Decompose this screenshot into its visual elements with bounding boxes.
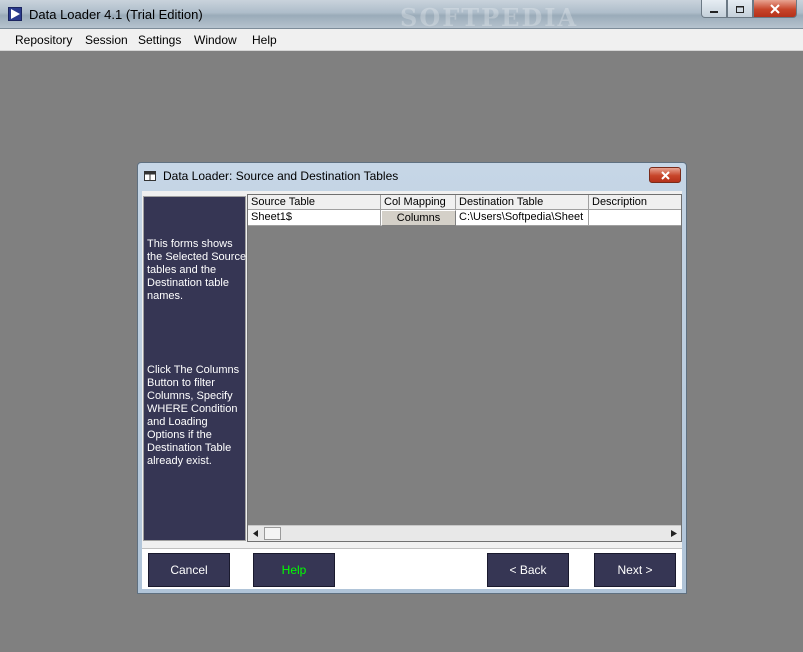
app-icon[interactable] — [8, 7, 22, 21]
button-bar: Cancel Help < Back Next > — [142, 548, 682, 589]
cell-description[interactable] — [589, 210, 681, 226]
dialog-close-button[interactable] — [649, 167, 681, 183]
info-panel: This forms shows the Selected Source tab… — [143, 196, 246, 541]
window-title: Data Loader 4.1 (Trial Edition) — [29, 7, 203, 22]
menu-session[interactable]: Session — [85, 33, 128, 47]
columns-button[interactable]: Columns — [381, 210, 456, 226]
arrow-left-icon — [252, 530, 258, 537]
header-destination-table[interactable]: Destination Table — [456, 195, 589, 210]
menu-window[interactable]: Window — [194, 33, 237, 47]
scroll-left-button[interactable] — [248, 526, 263, 541]
close-button[interactable] — [753, 0, 797, 18]
minimize-icon — [710, 10, 718, 13]
cell-source-table[interactable]: Sheet1$ — [248, 210, 381, 226]
source-destination-dialog: Data Loader: Source and Destination Tabl… — [137, 162, 687, 594]
dialog-client-area: This forms shows the Selected Source tab… — [142, 191, 682, 589]
info-text-selected-tables: This forms shows the Selected Source tab… — [147, 238, 247, 302]
back-button[interactable]: < Back — [487, 553, 569, 587]
caption-buttons — [701, 0, 797, 19]
header-source-table[interactable]: Source Table — [248, 195, 381, 210]
minimize-button[interactable] — [701, 0, 727, 18]
menu-settings[interactable]: Settings — [138, 33, 181, 47]
tables-grid[interactable]: Source Table Col Mapping Destination Tab… — [247, 194, 682, 542]
scroll-right-button[interactable] — [666, 526, 681, 541]
title-bar[interactable]: Data Loader 4.1 (Trial Edition) SOFTPEDI… — [0, 0, 803, 32]
menu-repository[interactable]: Repository — [15, 33, 72, 47]
info-text-columns-help: Click The Columns Button to filter Colum… — [147, 364, 240, 467]
cell-destination-table[interactable]: C:\Users\Softpedia\Sheet — [456, 210, 589, 226]
menu-bar: Repository Session Settings Window Help — [0, 29, 803, 51]
table-icon — [144, 171, 156, 181]
help-button[interactable]: Help — [253, 553, 335, 587]
cancel-button[interactable]: Cancel — [148, 553, 230, 587]
maximize-icon — [736, 5, 744, 13]
scroll-thumb[interactable] — [264, 527, 281, 540]
dialog-title: Data Loader: Source and Destination Tabl… — [163, 169, 399, 183]
maximize-button[interactable] — [727, 0, 753, 18]
arrow-right-icon — [670, 530, 677, 537]
watermark: SOFTPEDIA — [400, 3, 579, 32]
close-icon — [660, 170, 670, 180]
next-button[interactable]: Next > — [594, 553, 676, 587]
menu-help[interactable]: Help — [252, 33, 277, 47]
header-col-mapping[interactable]: Col Mapping — [381, 195, 456, 210]
horizontal-scrollbar[interactable] — [248, 525, 681, 541]
header-description[interactable]: Description — [589, 195, 681, 210]
close-icon — [770, 3, 780, 14]
